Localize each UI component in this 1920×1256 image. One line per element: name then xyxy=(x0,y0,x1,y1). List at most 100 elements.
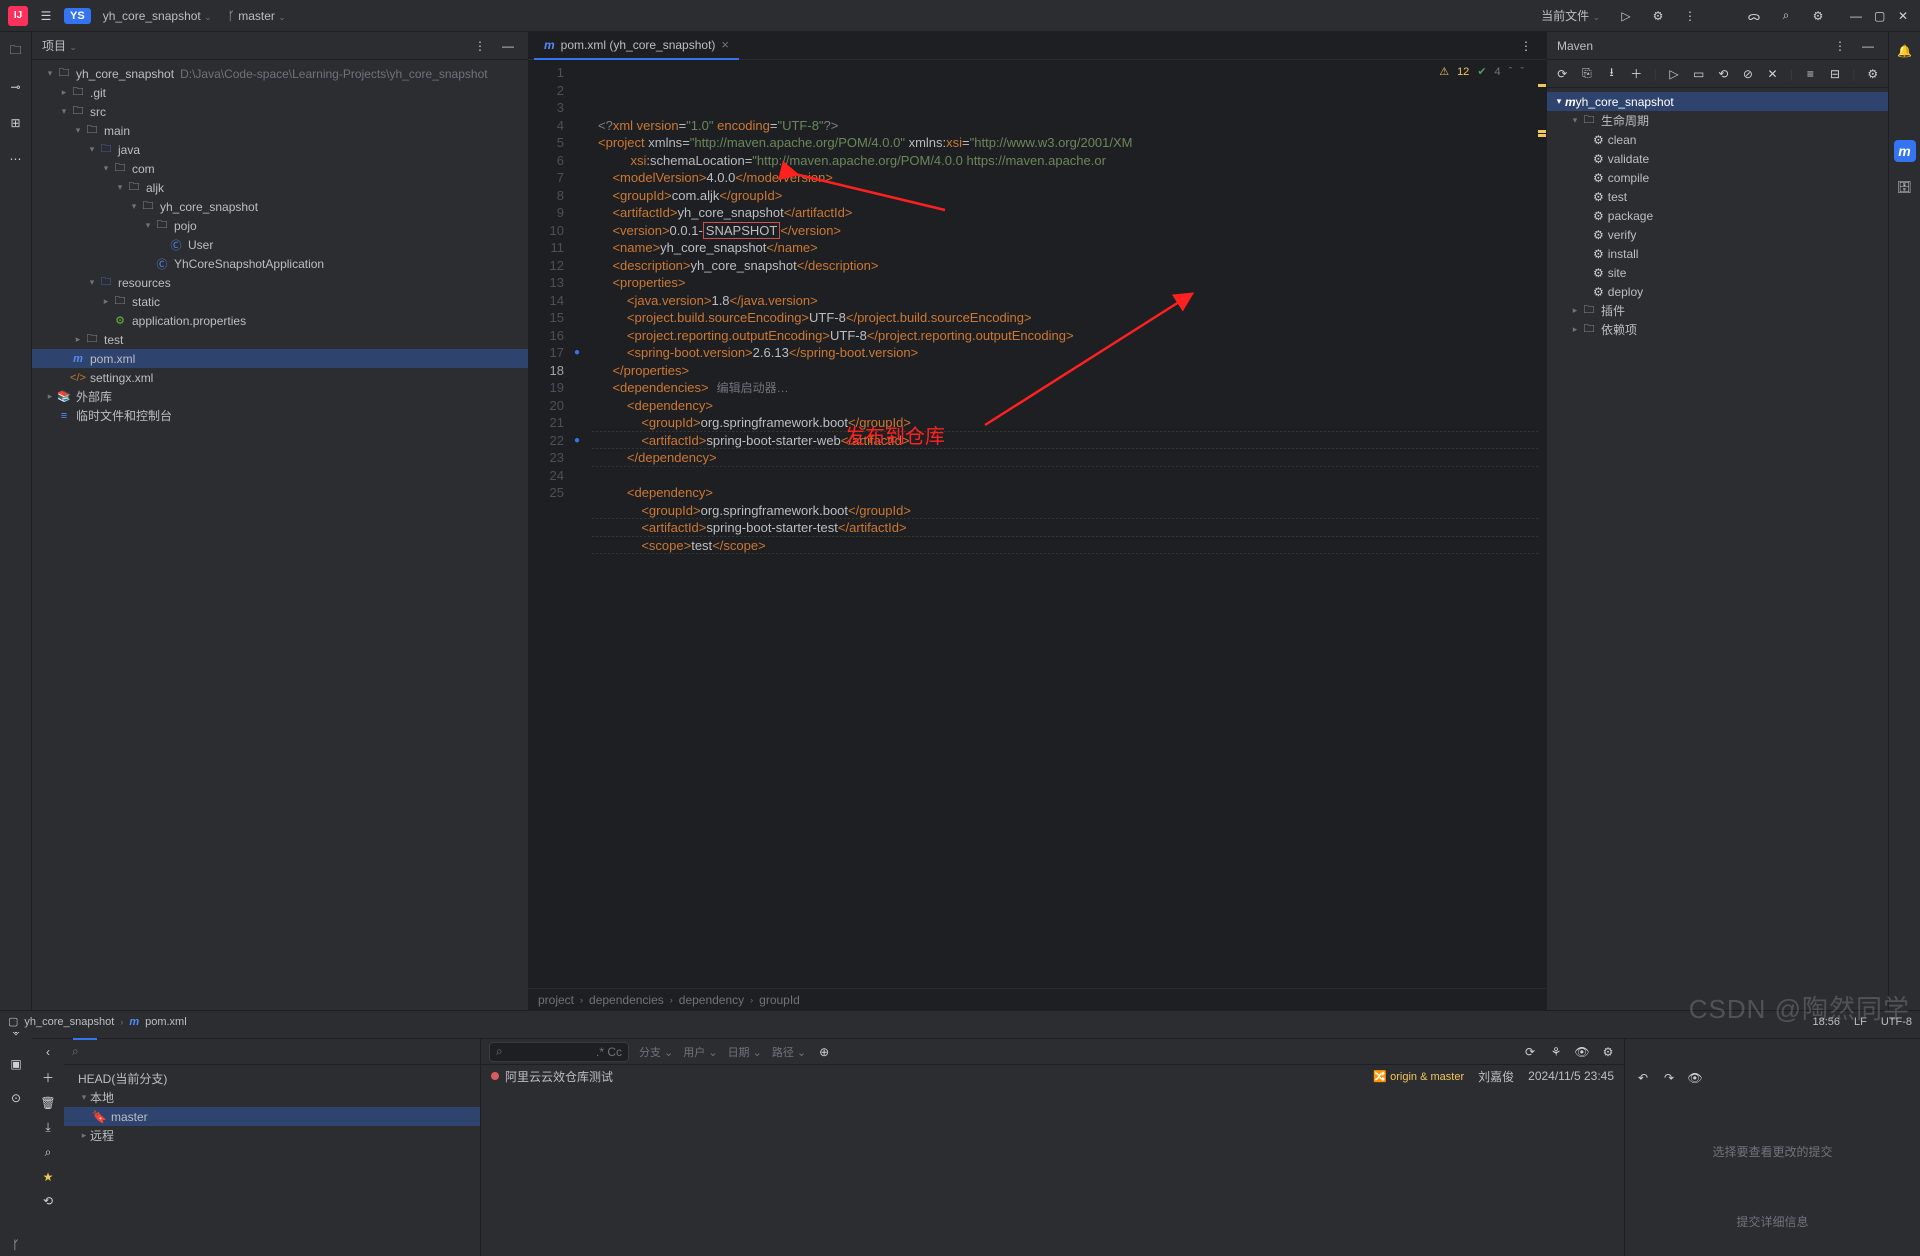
tree-item[interactable]: ▾🗀java xyxy=(32,140,528,159)
status-crumb-project[interactable]: yh_core_snapshot xyxy=(24,1016,114,1028)
detail-next-icon[interactable]: ↷ xyxy=(1661,1071,1677,1085)
tree-item[interactable]: ⒸUser xyxy=(32,235,528,254)
log-cherry-icon[interactable]: ⚘ xyxy=(1548,1045,1564,1059)
file-encoding[interactable]: UTF-8 xyxy=(1881,1016,1912,1028)
tree-item[interactable]: </>settingx.xml xyxy=(32,368,528,387)
more-icon[interactable]: ⋮ xyxy=(1680,6,1700,26)
maven-hide-icon[interactable]: — xyxy=(1858,36,1878,56)
more-tools-icon[interactable]: ⋯ xyxy=(5,148,27,170)
caret-position[interactable]: 18:56 xyxy=(1812,1016,1840,1028)
project-name[interactable]: yh_core_snapshot ⌄ xyxy=(99,7,216,25)
generate-icon[interactable]: ⎘ xyxy=(1580,66,1595,81)
line-ending[interactable]: LF xyxy=(1854,1016,1867,1028)
log-filter-path[interactable]: 路径 ⌄ xyxy=(772,1044,806,1060)
editor-tab[interactable]: m pom.xml (yh_core_snapshot) × xyxy=(534,32,739,60)
notifications-icon[interactable]: 🔔 xyxy=(1894,40,1916,62)
tree-item[interactable]: ▾🗀aljk xyxy=(32,178,528,197)
fetch-icon[interactable]: ⤓ xyxy=(40,1120,56,1135)
tree-item[interactable]: ▾🗀resources xyxy=(32,273,528,292)
structure-tool-icon[interactable]: ⊞ xyxy=(5,112,27,134)
close-icon[interactable]: ✕ xyxy=(1765,67,1780,81)
skip-icon[interactable]: ⊘ xyxy=(1741,67,1756,81)
add-icon[interactable]: ＋ xyxy=(1629,65,1644,82)
tree-item[interactable]: ▾🗀main xyxy=(32,121,528,140)
tree-item[interactable]: ▾🗀yh_core_snapshot xyxy=(32,197,528,216)
tree-item[interactable]: ▸🗀static xyxy=(32,292,528,311)
minimize-button[interactable]: — xyxy=(1850,9,1864,23)
download-icon[interactable]: ⭳ xyxy=(1604,63,1619,84)
tree-item[interactable]: ▸📚外部库 xyxy=(32,387,528,406)
expand-icon[interactable]: ⊟ xyxy=(1828,67,1843,81)
vcs-icon[interactable]: ᚴ xyxy=(5,1234,27,1256)
project-badge[interactable]: YS xyxy=(64,8,91,24)
toggle-icon[interactable]: ⟲ xyxy=(1716,67,1731,81)
detail-prev-icon[interactable]: ↶ xyxy=(1635,1071,1651,1085)
commit-row[interactable]: 阿里云云效仓库测试 🔀 origin & master 刘嘉俊 2024/11/… xyxy=(481,1065,1624,1087)
editor-more-icon[interactable]: ⋮ xyxy=(1516,36,1536,56)
tree-item[interactable]: ▾🗀src xyxy=(32,102,528,121)
database-tool-icon[interactable]: 🗄 xyxy=(1894,176,1916,198)
account-icon[interactable]: ᯅ xyxy=(1744,6,1764,26)
log-filter-branch[interactable]: 分支 ⌄ xyxy=(639,1044,673,1060)
tree-item[interactable]: ▾🗀yh_core_snapshotD:\Java\Code-space\Lea… xyxy=(32,64,528,83)
refresh-icon[interactable]: ⟲ xyxy=(40,1194,56,1208)
terminal-icon[interactable]: ▣ xyxy=(5,1053,27,1075)
delete-branch-icon[interactable]: 🗑 xyxy=(40,1096,56,1110)
project-tool-icon[interactable]: 🗀 xyxy=(5,40,27,62)
log-eye-icon[interactable]: 👁 xyxy=(1574,1045,1590,1059)
run-config[interactable]: 当前文件 ⌄ xyxy=(1537,5,1604,26)
maven-goal-test[interactable]: ⚙test xyxy=(1547,187,1888,206)
log-search-input[interactable]: ⌕ .* Cc xyxy=(489,1042,629,1062)
run-icon[interactable]: ▷ xyxy=(1616,6,1636,26)
close-button[interactable]: ✕ xyxy=(1898,9,1912,23)
reload-icon[interactable]: ⟳ xyxy=(1555,67,1570,81)
exec-icon[interactable]: ▭ xyxy=(1691,67,1706,81)
log-settings-icon[interactable]: ⚙ xyxy=(1600,1045,1616,1059)
tree-item[interactable]: mpom.xml xyxy=(32,349,528,368)
maven-goal-site[interactable]: ⚙site xyxy=(1547,263,1888,282)
problems-icon[interactable]: ⊙ xyxy=(5,1087,27,1109)
panel-hide-icon[interactable]: — xyxy=(498,36,518,56)
maven-goal-package[interactable]: ⚙package xyxy=(1547,206,1888,225)
maven-goal-clean[interactable]: ⚙clean xyxy=(1547,130,1888,149)
close-tab-icon[interactable]: × xyxy=(721,37,729,52)
maven-goal-deploy[interactable]: ⚙deploy xyxy=(1547,282,1888,301)
maven-tree[interactable]: ▾ m yh_core_snapshot▾ 🗀生命周期⚙clean⚙valida… xyxy=(1547,88,1888,343)
tree-item[interactable]: ⒸYhCoreSnapshotApplication xyxy=(32,254,528,273)
log-filter-date[interactable]: 日期 ⌄ xyxy=(728,1044,762,1060)
debug-icon[interactable]: ⚙ xyxy=(1648,6,1668,26)
git-remote-group[interactable]: ▸ 远程 xyxy=(64,1126,480,1145)
maven-deps[interactable]: ▸ 🗀依赖项 xyxy=(1547,320,1888,339)
maven-more-icon[interactable]: ⋮ xyxy=(1830,36,1850,56)
error-stripe[interactable] xyxy=(1538,60,1546,988)
hamburger-icon[interactable]: ☰ xyxy=(36,6,56,26)
code-area[interactable]: ⚠12 ✔4 ˆˇ <?xml version="1.0" encoding="… xyxy=(592,60,1538,988)
panel-more-icon[interactable]: ⋮ xyxy=(470,36,490,56)
tree-item[interactable]: ▸🗀.git xyxy=(32,83,528,102)
log-filter-user[interactable]: 用户 ⌄ xyxy=(683,1044,717,1060)
nav-left-icon[interactable]: ‹ xyxy=(40,1045,56,1059)
git-local-group[interactable]: ▾ 本地 xyxy=(64,1088,480,1107)
detail-eye-icon[interactable]: 👁 xyxy=(1687,1071,1703,1085)
tree-item[interactable]: ▾🗀com xyxy=(32,159,528,178)
maven-root[interactable]: ▾ m yh_core_snapshot xyxy=(1547,92,1888,111)
tree-item[interactable]: ▾🗀pojo xyxy=(32,216,528,235)
tree-item[interactable]: ≡临时文件和控制台 xyxy=(32,406,528,425)
tree-item[interactable]: ⚙application.properties xyxy=(32,311,528,330)
maven-goal-compile[interactable]: ⚙compile xyxy=(1547,168,1888,187)
settings-icon[interactable]: ⚙ xyxy=(1808,6,1828,26)
maven-goal-validate[interactable]: ⚙validate xyxy=(1547,149,1888,168)
star-icon[interactable]: ★ xyxy=(40,1170,56,1184)
project-tree[interactable]: ▾🗀yh_core_snapshotD:\Java\Code-space\Lea… xyxy=(32,60,528,1010)
log-new-icon[interactable]: ⊕ xyxy=(816,1045,832,1059)
maven-goal-install[interactable]: ⚙install xyxy=(1547,244,1888,263)
tree-item[interactable]: ▸🗀test xyxy=(32,330,528,349)
status-crumb-file[interactable]: pom.xml xyxy=(145,1016,187,1028)
maximize-button[interactable]: ▢ xyxy=(1874,9,1888,23)
vcs-branch[interactable]: ᚴ master ⌄ xyxy=(224,7,290,25)
inspections-widget[interactable]: ⚠12 ✔4 ˆˇ xyxy=(1439,64,1524,82)
log-refresh-icon[interactable]: ⟳ xyxy=(1522,1045,1538,1059)
search-branch-icon[interactable]: ⌕ xyxy=(40,1145,56,1160)
settings-icon[interactable]: ⚙ xyxy=(1865,67,1880,81)
maven-goal-verify[interactable]: ⚙verify xyxy=(1547,225,1888,244)
